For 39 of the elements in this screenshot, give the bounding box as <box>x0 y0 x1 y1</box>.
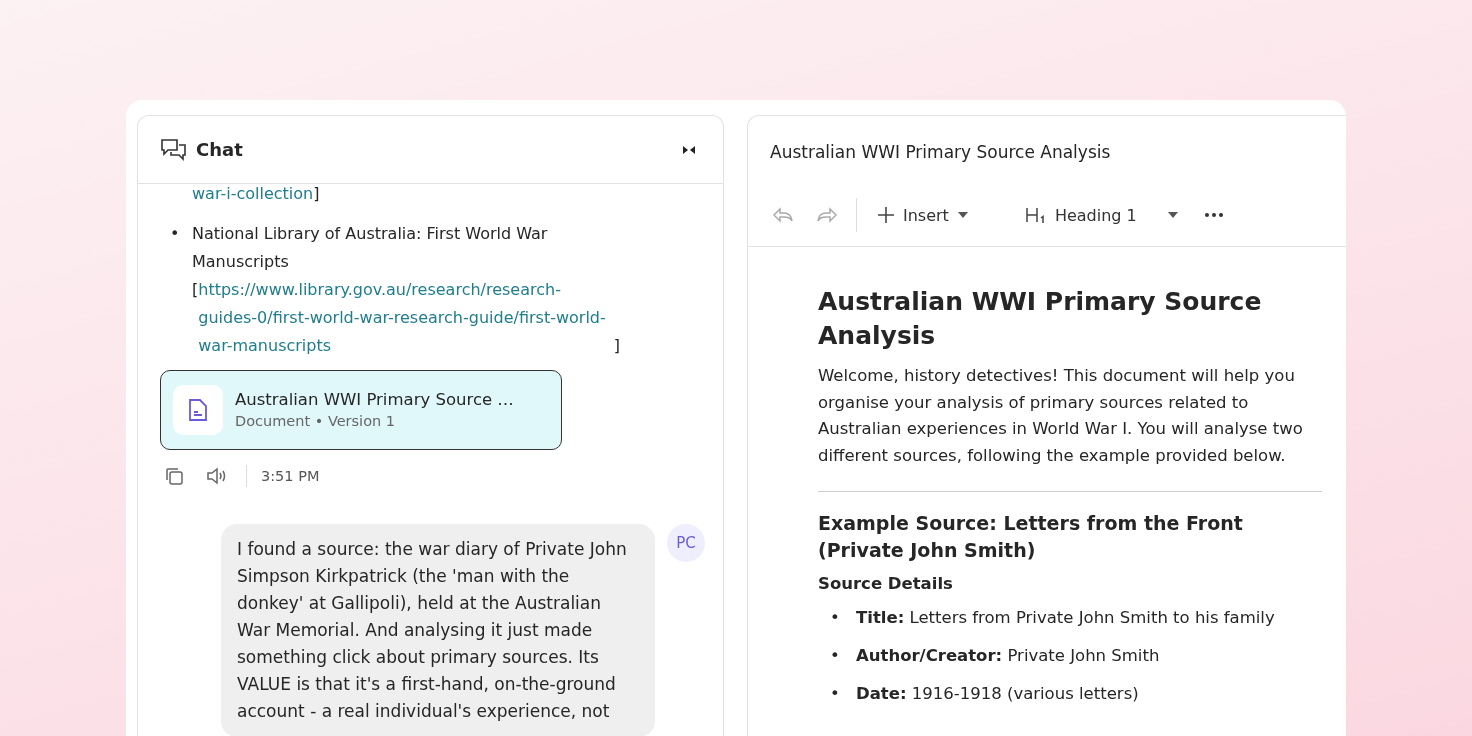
heading-dropdown[interactable]: Heading 1 <box>1018 201 1185 229</box>
collapse-icon <box>681 143 697 156</box>
bracket: ] <box>613 335 620 357</box>
insert-button[interactable]: Insert <box>871 201 975 229</box>
speaker-icon <box>206 466 228 486</box>
link-text: war-i-collection] <box>191 183 321 205</box>
intro-paragraph: Welcome, history detectives! This document will help you organise your analysis of primary sources related to Australian experiences in World War I. You will analyse two different sources, following the example provided below. <box>818 365 1304 467</box>
link[interactable]: war-i-collection <box>192 184 314 203</box>
copy-icon <box>164 466 184 486</box>
detail-item: Author/Creator: Private John Smith <box>856 645 1160 667</box>
document-heading: Australian WWI Primary Source Analysis <box>818 286 1263 352</box>
bullet-marker: • <box>830 645 841 667</box>
redo-icon <box>816 206 838 224</box>
subsection-heading: Source Details <box>818 573 954 595</box>
caret-icon <box>956 211 969 219</box>
bullet-marker: • <box>830 683 841 705</box>
bullet-marker: • <box>169 223 181 245</box>
section-heading: Example Source: Letters from the Front (Private John Smith) <box>818 511 1244 563</box>
bullet-marker: • <box>830 607 841 629</box>
more-icon <box>1202 212 1225 218</box>
user-message: I found a source: the war diary of Private John Simpson Kirkpatrick (the 'man with the donkey' at Gallipoli), held at the Australian War Memorial. And analysing it just made something click about primary sources. Its VALUE is that it's a first-hand, on-the-ground account - a real individual's experience, not <box>221 524 655 736</box>
document-name: Australian WWI Primary Source Analysis <box>769 141 1112 164</box>
caret-icon <box>1166 211 1179 219</box>
plus-icon <box>877 206 895 224</box>
document-title: Australian WWI Primary Source … <box>235 389 514 411</box>
document-meta: Document • Version 1 <box>235 412 397 431</box>
document-card[interactable]: Australian WWI Primary Source … Document • Version 1 <box>160 370 562 450</box>
chat-title: Chat <box>196 139 243 160</box>
chat-icon <box>160 136 188 163</box>
undo-icon <box>772 206 794 224</box>
message-time: 3:51 PM <box>261 467 320 486</box>
list-item-text: National Library of Australia: First World War Manuscripts <box>192 223 549 273</box>
user-avatar: PC <box>667 524 705 562</box>
heading-icon <box>1024 206 1047 224</box>
detail-item: Date: 1916-1918 (various letters) <box>856 683 1139 705</box>
detail-item: Title: Letters from Private John Smith to his family <box>856 607 1275 629</box>
bracket: [ <box>192 279 199 301</box>
document-icon <box>188 398 208 422</box>
link[interactable]: https://www.library.gov.au/research/research-guides-0/first-world-war-research-guide/first-world-war-manuscripts <box>198 276 614 360</box>
